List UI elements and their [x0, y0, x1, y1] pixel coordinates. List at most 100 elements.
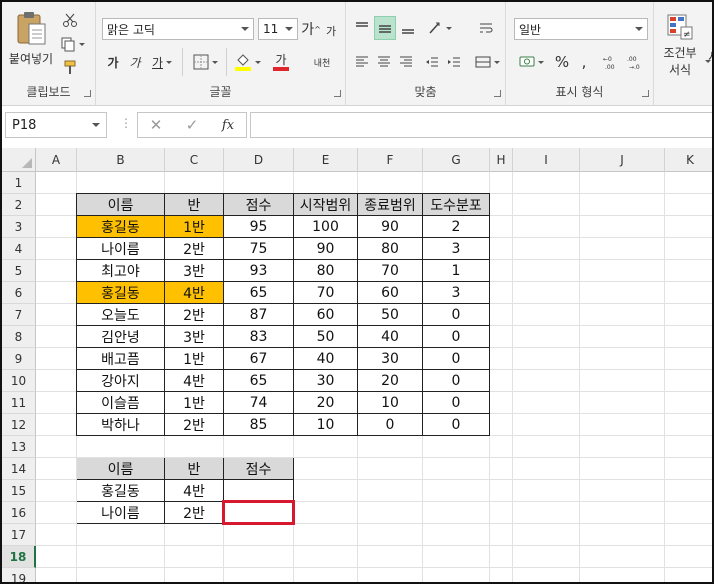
table-cell[interactable]: 50 — [358, 304, 423, 326]
borders-button[interactable] — [190, 52, 220, 72]
table-cell[interactable]: 홍길동 — [77, 216, 165, 238]
table-cell[interactable]: 83 — [224, 326, 294, 348]
table-cell[interactable]: 3 — [423, 282, 490, 304]
table-cell[interactable]: 최고야 — [77, 260, 165, 282]
table-cell[interactable]: 95 — [224, 216, 294, 238]
table-cell[interactable]: 0 — [423, 304, 490, 326]
column-header-g[interactable]: G — [423, 148, 490, 172]
table-cell[interactable]: 40 — [358, 326, 423, 348]
table-cell[interactable]: 오늘도 — [77, 304, 165, 326]
table-cell[interactable]: 2반 — [165, 414, 224, 436]
fill-color-button[interactable] — [232, 50, 262, 74]
table-cell[interactable]: 나이름 — [77, 238, 165, 260]
table-cell[interactable]: 0 — [423, 348, 490, 370]
table-cell[interactable]: 3반 — [165, 326, 224, 348]
table-cell[interactable]: 87 — [224, 304, 294, 326]
decrease-indent-button[interactable] — [422, 52, 442, 72]
table-cell[interactable]: 2반 — [165, 304, 224, 326]
table-cell[interactable]: 4반 — [165, 370, 224, 392]
table-cell[interactable]: 4반 — [165, 480, 224, 502]
font-size-combo[interactable]: 11 — [258, 18, 298, 40]
name-box[interactable]: P18 — [5, 112, 107, 138]
row-header-3[interactable]: 3 — [2, 216, 36, 238]
table-cell[interactable]: 홍길동 — [77, 480, 165, 502]
table-cell[interactable]: 90 — [358, 216, 423, 238]
table-cell[interactable]: 3 — [423, 238, 490, 260]
table-cell[interactable]: 0 — [423, 370, 490, 392]
table-cell[interactable]: 나이름 — [77, 502, 165, 524]
table-header-cell[interactable]: 점수 — [224, 194, 294, 216]
row-header-2[interactable]: 2 — [2, 194, 36, 216]
orientation-button[interactable] — [426, 18, 452, 38]
align-right-button[interactable] — [396, 52, 416, 72]
row-header-16[interactable]: 16 — [2, 502, 36, 524]
table-cell[interactable]: 2반 — [165, 238, 224, 260]
align-left-button[interactable] — [352, 52, 372, 72]
table-cell[interactable]: 강아지 — [77, 370, 165, 392]
table-cell[interactable]: 74 — [224, 392, 294, 414]
conditional-formatting-button[interactable]: ≠ 조건부 서식 — [658, 8, 702, 84]
column-header-d[interactable]: D — [224, 148, 294, 172]
table-cell[interactable]: 김안녕 — [77, 326, 165, 348]
table-header-cell[interactable]: 시작범위 — [294, 194, 358, 216]
column-header-f[interactable]: F — [358, 148, 423, 172]
number-format-combo[interactable]: 일반 — [514, 18, 648, 40]
column-header-c[interactable]: C — [165, 148, 224, 172]
format-painter-button[interactable] — [60, 58, 80, 78]
copy-button[interactable] — [58, 34, 86, 54]
paste-button[interactable]: 붙여넣기 — [6, 8, 56, 68]
column-header-k[interactable]: K — [665, 148, 712, 172]
select-all-button[interactable] — [2, 148, 36, 172]
row-header-13[interactable]: 13 — [2, 436, 36, 458]
table-cell[interactable]: 60 — [358, 282, 423, 304]
enter-icon[interactable]: ✓ — [182, 115, 202, 135]
more-options-icon[interactable]: ⋮ — [120, 116, 132, 134]
table-cell[interactable]: 2 — [423, 216, 490, 238]
table-cell[interactable] — [224, 480, 294, 502]
number-launcher-icon[interactable] — [642, 90, 649, 97]
row-header-7[interactable]: 7 — [2, 304, 36, 326]
row-header-6[interactable]: 6 — [2, 282, 36, 304]
row-header-19[interactable]: 19 — [2, 568, 36, 582]
column-header-j[interactable]: J — [580, 148, 665, 172]
underline-button[interactable]: 가 — [148, 52, 176, 72]
row-header-17[interactable]: 17 — [2, 524, 36, 546]
table-cell[interactable]: 100 — [294, 216, 358, 238]
row-header-15[interactable]: 15 — [2, 480, 36, 502]
table-cell[interactable]: 0 — [358, 414, 423, 436]
table-cell[interactable]: 30 — [358, 348, 423, 370]
align-bottom-button[interactable] — [398, 18, 418, 38]
cut-button[interactable] — [60, 10, 80, 30]
cancel-icon[interactable]: ✕ — [146, 115, 166, 135]
row-header-12[interactable]: 12 — [2, 414, 36, 436]
table-cell[interactable]: 50 — [294, 326, 358, 348]
table-cell[interactable]: 1 — [423, 260, 490, 282]
wrap-text-button[interactable] — [476, 18, 496, 38]
table-cell[interactable]: 이슬픔 — [77, 392, 165, 414]
table-cell[interactable]: 70 — [358, 260, 423, 282]
alignment-launcher-icon[interactable] — [494, 90, 501, 97]
table-cell[interactable]: 20 — [358, 370, 423, 392]
table-cell[interactable]: 85 — [224, 414, 294, 436]
table-cell[interactable]: 67 — [224, 348, 294, 370]
font-launcher-icon[interactable] — [334, 90, 341, 97]
cell-styles-partial[interactable]: 서 — [708, 48, 712, 88]
table-cell[interactable]: 배고픔 — [77, 348, 165, 370]
table-cell[interactable]: 80 — [294, 260, 358, 282]
column-header-i[interactable]: I — [513, 148, 580, 172]
table-cell[interactable]: 40 — [294, 348, 358, 370]
row-header-1[interactable]: 1 — [2, 172, 36, 194]
table-cell[interactable]: 93 — [224, 260, 294, 282]
row-header-14[interactable]: 14 — [2, 458, 36, 480]
align-center-button[interactable] — [374, 52, 394, 72]
table-header-cell[interactable]: 이름 — [77, 194, 165, 216]
table-cell[interactable]: 80 — [358, 238, 423, 260]
increase-indent-button[interactable] — [444, 52, 464, 72]
insert-function-button[interactable]: fx — [218, 115, 238, 135]
table-cell[interactable]: 홍길동 — [77, 282, 165, 304]
table-cell[interactable]: 0 — [423, 414, 490, 436]
font-color-button[interactable]: 가 — [266, 50, 296, 74]
shrink-font-button[interactable]: 가 — [322, 20, 340, 42]
italic-button[interactable]: 가 — [126, 52, 144, 72]
percent-style-button[interactable]: % — [552, 50, 572, 74]
